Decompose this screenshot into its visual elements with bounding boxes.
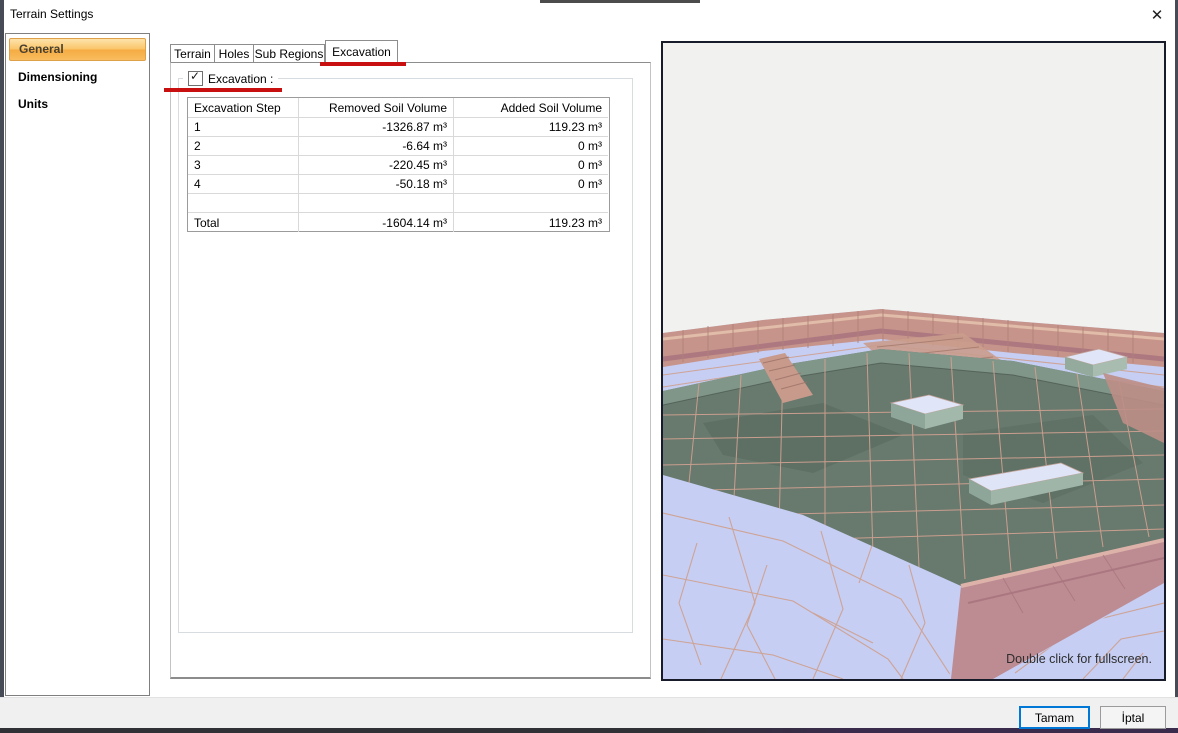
table-cell: -1326.87 m³: [299, 118, 454, 137]
window-title: Terrain Settings: [10, 7, 93, 22]
annotation-underline-tab: [320, 62, 406, 66]
table-cell[interactable]: 2: [188, 137, 299, 156]
table-cell[interactable]: 1: [188, 118, 299, 137]
ok-button[interactable]: Tamam: [1019, 706, 1090, 729]
sidebar: General Dimensioning Units: [5, 33, 150, 696]
table-cell[interactable]: 4: [188, 175, 299, 194]
sidebar-item-label: General: [19, 42, 64, 56]
column-header-step: Excavation Step: [188, 98, 299, 118]
table-cell: 0 m³: [454, 175, 608, 194]
background-edge-bottom: [0, 728, 1178, 733]
fullscreen-hint: Double click for fullscreen.: [1006, 652, 1152, 666]
excavation-checkbox-label: Excavation :: [208, 72, 273, 86]
column-header-removed: Removed Soil Volume: [299, 98, 454, 118]
table-cell-total: -1604.14 m³: [299, 213, 454, 232]
table-cell: 119.23 m³: [454, 118, 608, 137]
excavation-checkbox[interactable]: ✓: [188, 71, 203, 86]
checkmark-icon: ✓: [190, 70, 200, 83]
tab-excavation[interactable]: Excavation: [325, 40, 398, 63]
table-cell[interactable]: 3: [188, 156, 299, 175]
terrain-3d-preview[interactable]: Double click for fullscreen.: [661, 41, 1166, 681]
sidebar-item-label: Units: [18, 97, 48, 111]
close-button[interactable]: ✕: [1144, 5, 1170, 27]
excavation-groupbox-label: ✓ Excavation :: [183, 70, 278, 87]
table-cell: [188, 194, 299, 213]
terrain-settings-dialog: Terrain Settings ✕ General Dimensioning …: [0, 0, 1178, 733]
sidebar-item-dimensioning[interactable]: Dimensioning: [9, 67, 146, 88]
table-cell: 0 m³: [454, 137, 608, 156]
table-cell: -6.64 m³: [299, 137, 454, 156]
table-cell-total: Total: [188, 213, 299, 232]
excavation-volume-table: Excavation Step Removed Soil Volume Adde…: [187, 97, 610, 232]
column-header-added: Added Soil Volume: [454, 98, 608, 118]
background-edge-top: [540, 0, 700, 3]
table-cell: -50.18 m³: [299, 175, 454, 194]
table-cell: -220.45 m³: [299, 156, 454, 175]
dialog-footer: Tamam İptal: [0, 697, 1178, 728]
table-cell: [299, 194, 454, 213]
close-icon: ✕: [1151, 7, 1164, 24]
background-edge-left: [0, 0, 4, 733]
table-cell-total: 119.23 m³: [454, 213, 608, 232]
table-cell: 0 m³: [454, 156, 608, 175]
cancel-button[interactable]: İptal: [1100, 706, 1166, 729]
tab-holes[interactable]: Holes: [214, 44, 254, 62]
terrain-3d-scene: [663, 43, 1164, 679]
sidebar-item-label: Dimensioning: [18, 70, 97, 84]
table-cell: [454, 194, 608, 213]
tab-terrain[interactable]: Terrain: [170, 44, 215, 62]
tab-sub-regions[interactable]: Sub Regions: [253, 44, 325, 62]
annotation-underline-checkbox: [164, 88, 282, 92]
sidebar-item-general[interactable]: General: [9, 38, 146, 61]
sidebar-item-units[interactable]: Units: [9, 94, 146, 115]
